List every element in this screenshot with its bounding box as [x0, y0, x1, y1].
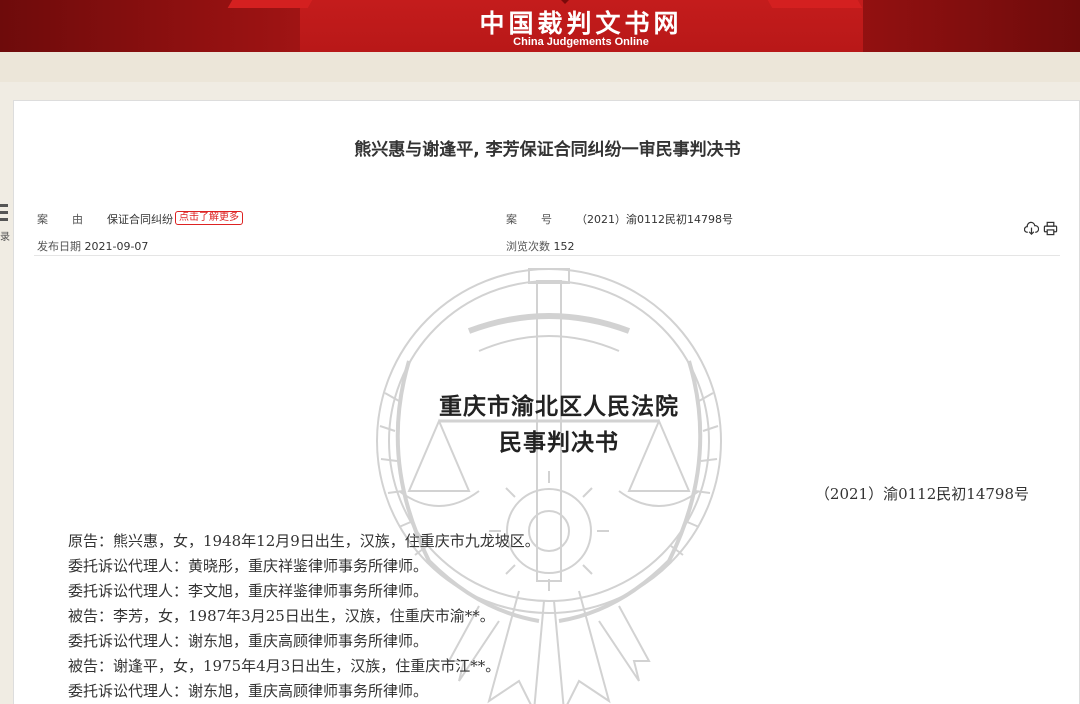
case-cause: 案由保证合同纠纷 点击了解更多 — [37, 211, 243, 228]
publish-date-label: 发布日期 — [37, 240, 81, 253]
publish-date-meta: 发布日期 2021-09-07 — [37, 238, 148, 254]
party-line: 被告：李芳，女，1987年3月25日出生，汉族，住重庆市渝**。 — [68, 607, 495, 625]
printer-icon[interactable] — [1043, 221, 1058, 236]
menu-icon — [0, 204, 10, 225]
site-title[interactable]: 中国裁判文书网 — [0, 4, 1080, 40]
case-number-meta: 案号（2021）渝0112民初14798号 — [506, 211, 733, 227]
directory-label: 录 — [0, 232, 10, 243]
site-header-banner: 中国裁判文书网 China Judgements Online — [0, 0, 1080, 52]
party-line: 委托诉讼代理人：黄晓彤，重庆祥鉴律师事务所律师。 — [68, 557, 429, 575]
party-line: 委托诉讼代理人：李文旭，重庆祥鉴律师事务所律师。 — [68, 582, 429, 600]
case-number: （2021）渝0112民初14798号 — [814, 485, 1029, 503]
case-number-value: （2021）渝0112民初14798号 — [576, 213, 733, 226]
document-card: 熊兴惠与谢逢平, 李芳保证合同纠纷一审民事判决书 案由保证合同纠纷 点击了解更多 … — [13, 100, 1080, 704]
court-name: 重庆市渝北区人民法院 — [439, 394, 679, 420]
view-count-label: 浏览次数 — [506, 240, 550, 253]
party-line: 原告：熊兴惠，女，1948年12月9日出生，汉族，住重庆市九龙坡区。 — [68, 532, 540, 550]
party-line: 被告：谢逢平，女，1975年4月3日出生，汉族，住重庆市江**。 — [68, 657, 501, 675]
party-line: 委托诉讼代理人：谢东旭，重庆高顾律师事务所律师。 — [68, 632, 429, 650]
case-number-label: 案号 — [506, 213, 576, 226]
document-title: 熊兴惠与谢逢平, 李芳保证合同纠纷一审民事判决书 — [354, 140, 741, 160]
nav-subbar — [0, 52, 1080, 82]
case-cause-label: 案由 — [37, 213, 107, 226]
learn-more-button[interactable]: 点击了解更多 — [175, 211, 243, 225]
view-count-value: 152 — [553, 240, 575, 253]
party-line: 委托诉讼代理人：谢东旭，重庆高顾律师事务所律师。 — [68, 682, 429, 700]
view-count-meta: 浏览次数 152 — [506, 238, 575, 254]
parties-section: 原告：熊兴惠，女，1948年12月9日出生，汉族，住重庆市九龙坡区。 委托诉讼代… — [68, 529, 1058, 704]
meta-divider — [34, 255, 1060, 256]
directory-toggle[interactable]: 录 — [0, 200, 12, 244]
document-type: 民事判决书 — [499, 430, 619, 456]
site-subtitle: China Judgements Online — [513, 36, 649, 48]
publish-date-value: 2021-09-07 — [84, 240, 149, 253]
cloud-download-icon[interactable] — [1024, 221, 1039, 236]
case-cause-value: 保证合同纠纷 — [107, 213, 173, 226]
